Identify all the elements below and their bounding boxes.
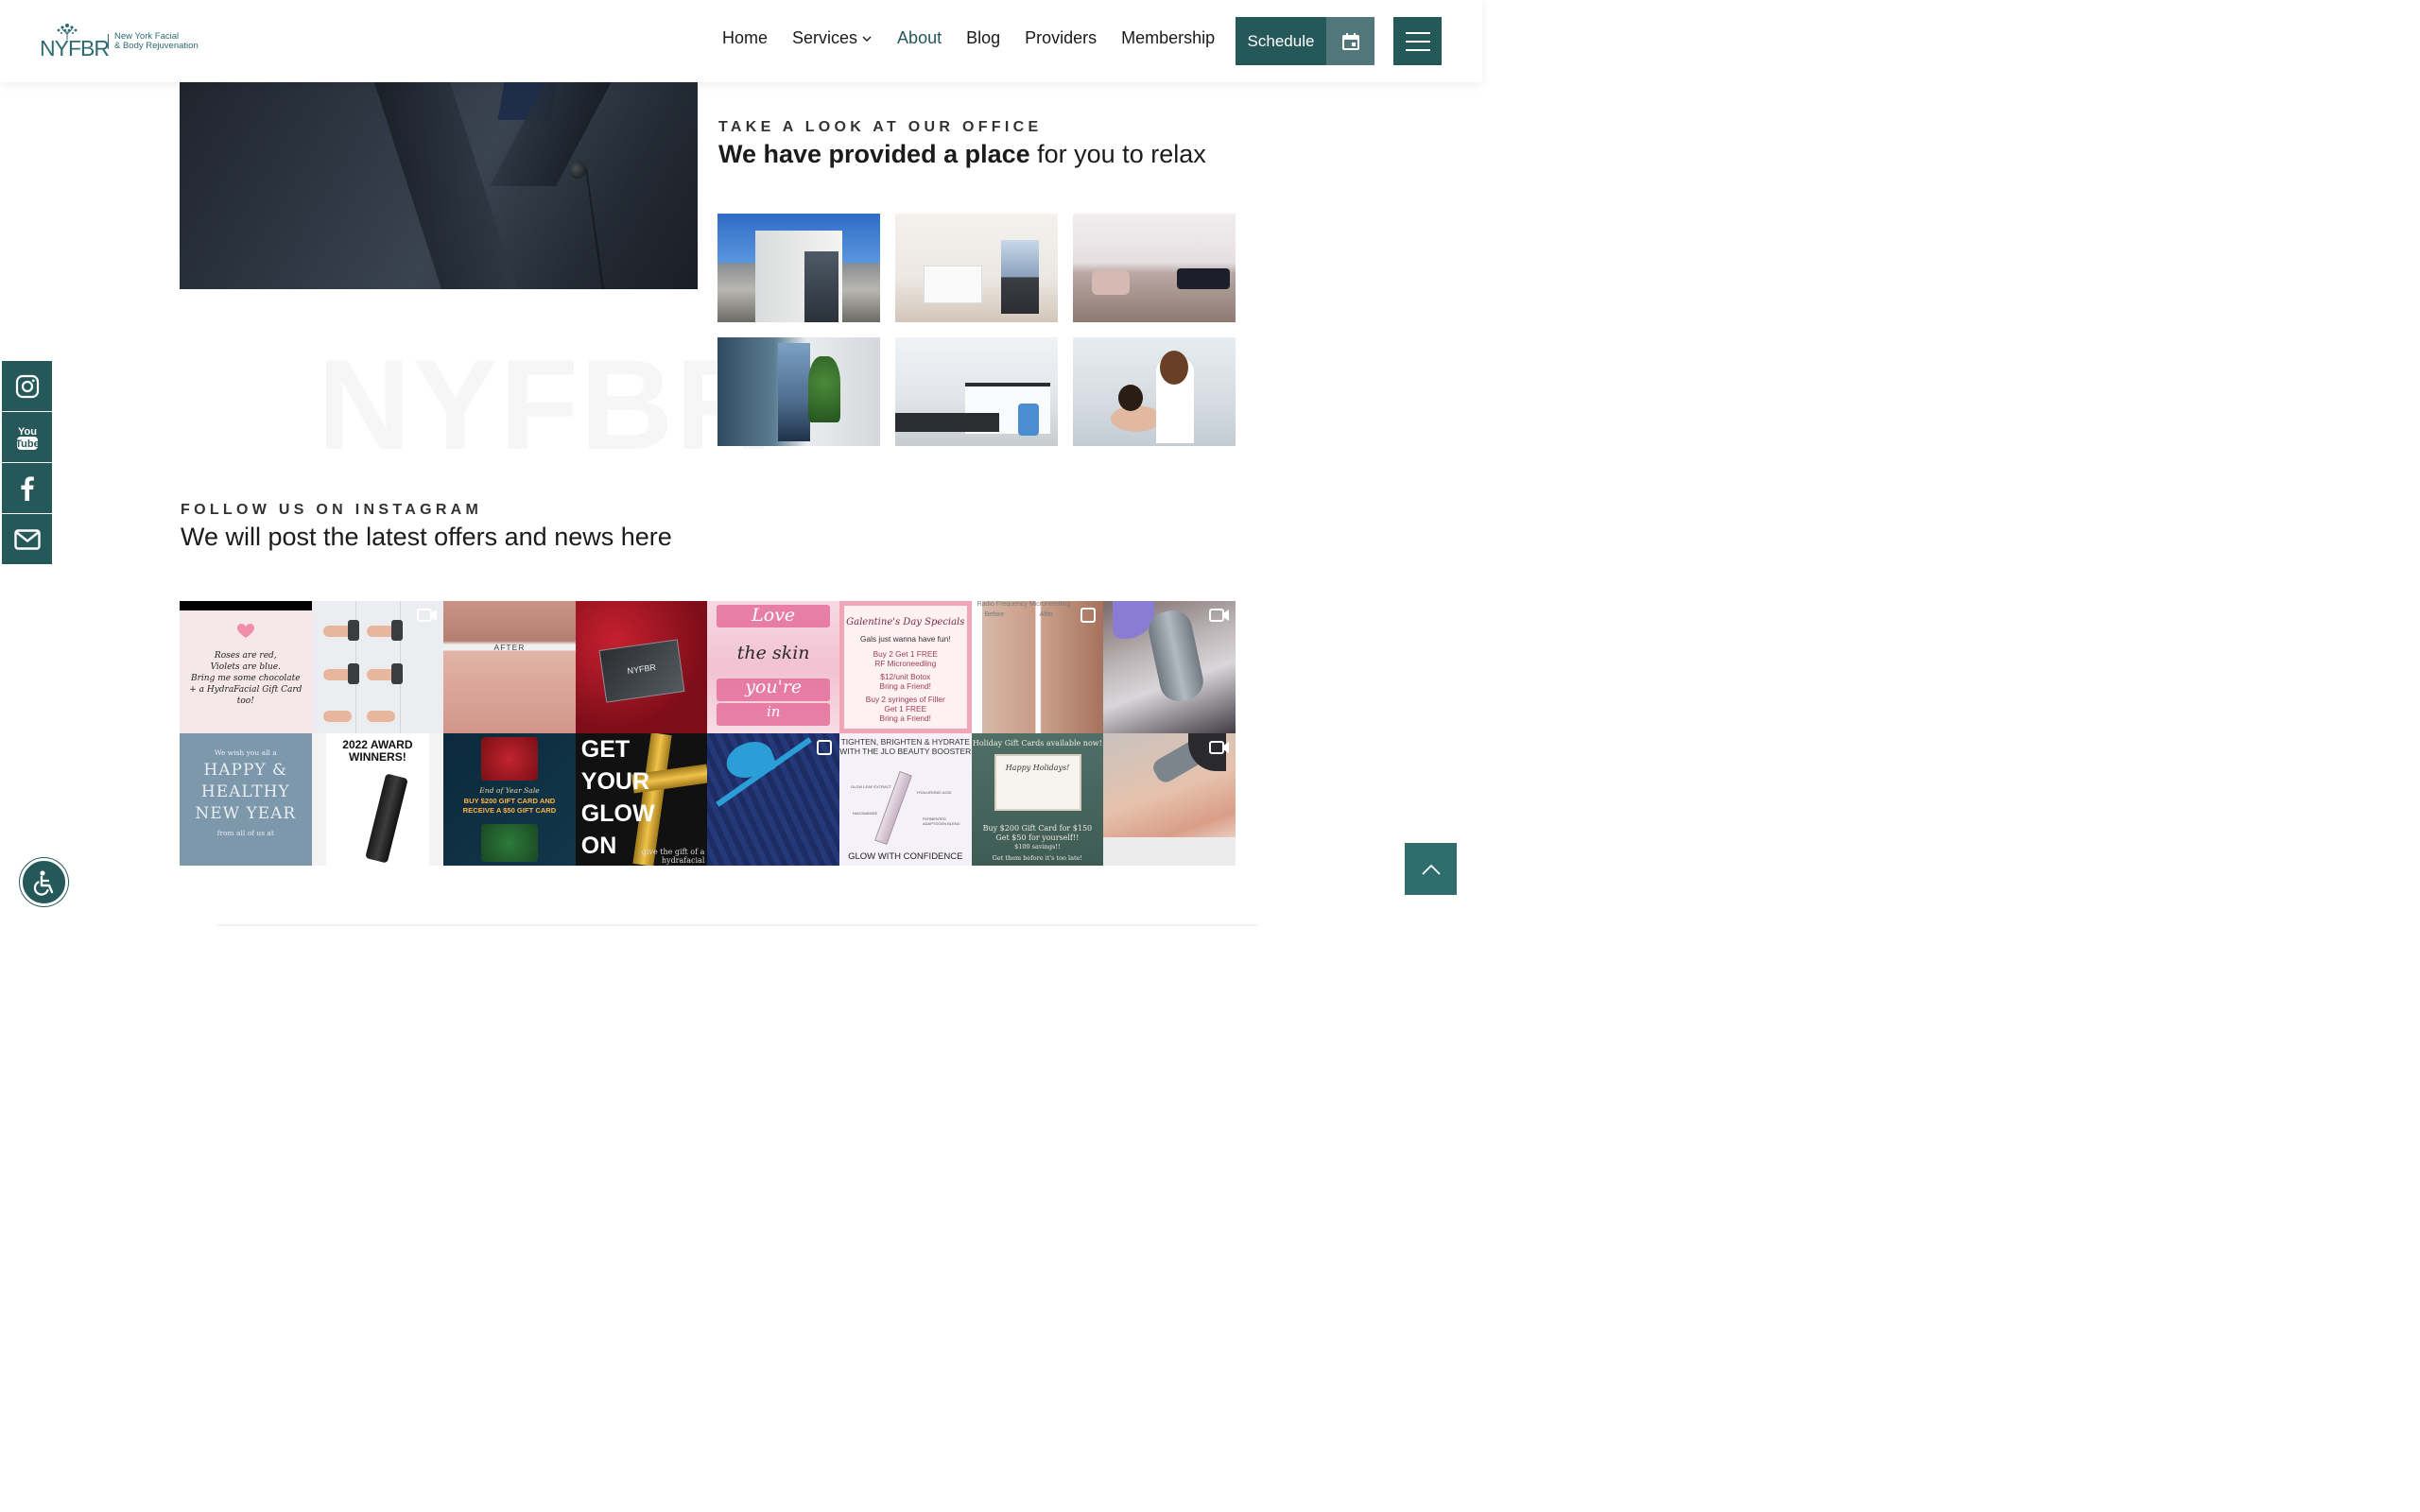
instagram-post[interactable] — [707, 733, 839, 866]
instagram-eyebrow: FOLLOW US ON INSTAGRAM — [181, 502, 483, 518]
office-title-rest: for you to relax — [1029, 140, 1206, 168]
office-photo-reception[interactable] — [895, 214, 1058, 322]
calendar-icon — [1341, 32, 1359, 50]
nav-about[interactable]: About — [897, 28, 942, 48]
instagram-post[interactable]: 2022 AWARD WINNERS! — [311, 733, 444, 866]
office-photo-hallway[interactable] — [717, 337, 880, 446]
office-title-bold: We have provided a place — [718, 140, 1030, 168]
instagram-link[interactable] — [2, 361, 52, 411]
instagram-post[interactable]: AFTER — [443, 601, 576, 733]
instagram-feed: Roses are red, Violets are blue. Bring m… — [180, 601, 1236, 866]
facebook-icon — [20, 475, 34, 501]
video-icon — [1208, 741, 1229, 754]
instagram-post[interactable] — [311, 601, 444, 733]
office-eyebrow: TAKE A LOOK AT OUR OFFICE — [718, 119, 1043, 135]
instagram-post[interactable]: End of Year Sale BUY $200 GIFT CARD AND … — [443, 733, 576, 866]
video-icon — [1208, 609, 1229, 622]
instagram-post[interactable]: GET YOUR GLOW ON give the gift of a hydr… — [575, 733, 708, 866]
office-gallery — [717, 214, 1236, 446]
hamburger-icon — [1405, 31, 1430, 34]
instagram-icon — [15, 374, 39, 398]
heart-icon — [237, 624, 254, 638]
email-link[interactable] — [2, 514, 52, 564]
instagram-post[interactable]: TIGHTEN, BRIGHTEN & HYDRATE WITH THE JLO… — [838, 733, 972, 866]
office-title: We have provided a place for you to rela… — [718, 140, 1206, 169]
logo-mark: NYFBR — [40, 23, 110, 60]
office-photo-treatment-room[interactable] — [895, 337, 1058, 446]
mail-icon — [13, 528, 41, 550]
office-photo-lounge[interactable] — [1073, 214, 1236, 322]
back-to-top-button[interactable] — [1405, 843, 1457, 895]
office-photo-provider[interactable] — [1073, 337, 1236, 446]
instagram-post[interactable]: Galentine's Day Specials Gals just wanna… — [838, 601, 972, 733]
wheelchair-icon — [33, 869, 53, 896]
nav-home[interactable]: Home — [722, 28, 768, 48]
chevron-up-icon — [1421, 864, 1441, 875]
instagram-post[interactable]: Roses are red, Violets are blue. Bring m… — [180, 601, 312, 733]
calendar-button[interactable] — [1326, 17, 1374, 65]
carousel-icon — [816, 740, 832, 755]
instagram-post[interactable]: We wish you all a HAPPY & HEALTHY NEW YE… — [180, 733, 312, 866]
svg-text:Tube: Tube — [15, 438, 39, 450]
office-photo-building[interactable] — [717, 214, 880, 322]
hamburger-menu-button[interactable] — [1393, 17, 1442, 65]
youtube-icon: You Tube — [15, 426, 39, 450]
nav-services-label: Services — [792, 28, 858, 47]
schedule-button[interactable]: Schedule — [1236, 17, 1326, 65]
svg-text:You: You — [18, 426, 37, 438]
logo-tagline-line2: & Body Rejuvenation — [114, 41, 199, 51]
watermark: NYFBR — [318, 333, 770, 476]
instagram-post[interactable]: Love the skin you're in — [707, 601, 839, 733]
carousel-icon — [1080, 608, 1097, 623]
nav-blog[interactable]: Blog — [966, 28, 1000, 48]
main-nav: Home Services About Blog Providers Membe… — [722, 28, 1239, 48]
instagram-post[interactable] — [1103, 733, 1236, 866]
footer-divider — [217, 924, 1257, 926]
site-header: NYFBR New York Facial & Body Rejuvenatio… — [0, 0, 1482, 82]
instagram-title: We will post the latest offers and news … — [181, 523, 672, 551]
youtube-link[interactable]: You Tube — [2, 412, 52, 462]
instagram-post[interactable] — [1103, 601, 1236, 733]
logo-letters: NYFBR — [40, 36, 110, 60]
video-icon — [417, 609, 438, 622]
accessibility-button[interactable] — [20, 858, 68, 906]
site-logo[interactable]: NYFBR New York Facial & Body Rejuvenatio… — [40, 22, 200, 61]
chevron-down-icon — [862, 36, 872, 42]
provider-portrait-image — [180, 82, 698, 289]
nav-providers[interactable]: Providers — [1025, 28, 1097, 48]
nav-services[interactable]: Services — [792, 28, 873, 48]
social-sidebar: You Tube — [2, 361, 52, 565]
logo-tagline: New York Facial & Body Rejuvenation — [114, 32, 199, 51]
instagram-post[interactable]: Radio Frequency Microneedling Before Aft… — [971, 601, 1104, 733]
instagram-post[interactable]: Holiday Gift Cards available now! Happy … — [971, 733, 1104, 866]
instagram-post[interactable]: NYFBR — [575, 601, 708, 733]
facebook-link[interactable] — [2, 463, 52, 513]
nav-membership[interactable]: Membership — [1121, 28, 1215, 48]
schedule-button-group: Schedule — [1236, 17, 1374, 65]
